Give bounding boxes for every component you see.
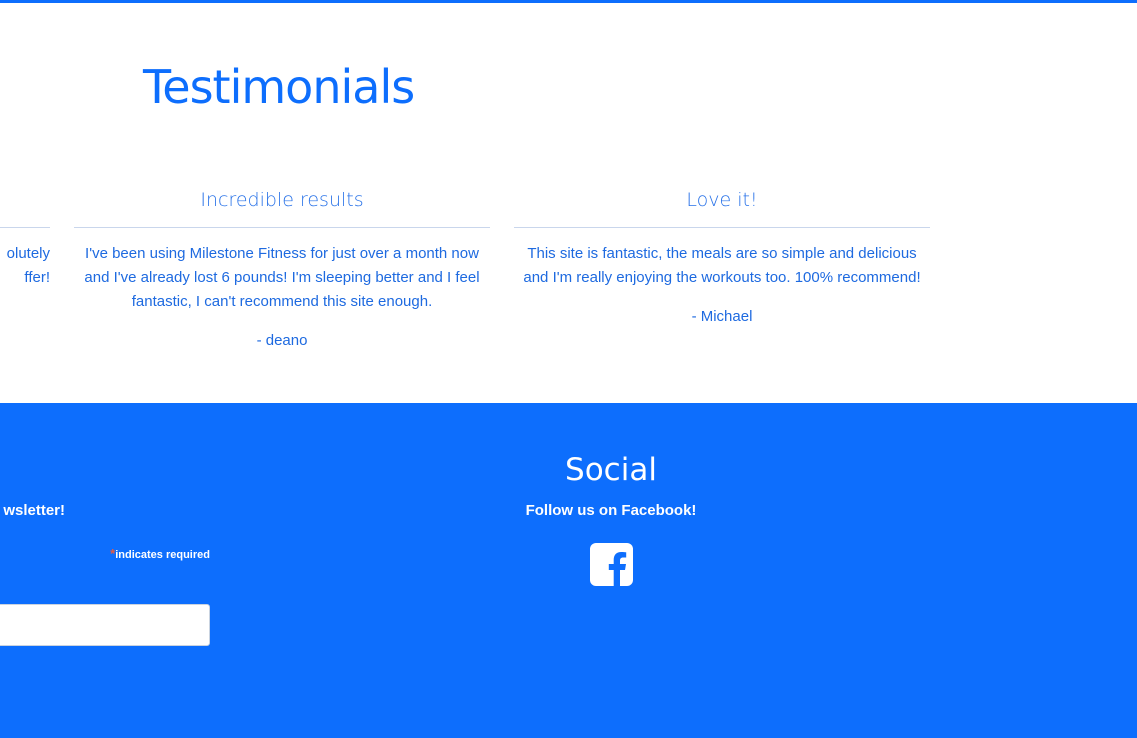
facebook-icon <box>590 543 633 587</box>
testimonial-heading: Incredible results <box>74 183 490 228</box>
site-footer: wsletter! *indicates required Social Fol… <box>0 403 1137 738</box>
facebook-link[interactable] <box>589 542 634 587</box>
testimonial-card: Incredible results I've been using Miles… <box>74 183 490 352</box>
testimonial-author: - Michael <box>691 308 753 325</box>
newsletter-heading: wsletter! <box>0 502 65 519</box>
newsletter-heading-text: wsletter! <box>3 502 65 519</box>
social-subtitle: Follow us on Facebook! <box>525 502 697 519</box>
testimonial-card-partial: olutely ffer! <box>0 183 50 290</box>
partial-line-1: olutely <box>6 245 50 262</box>
testimonial-text-partial: olutely ffer! <box>0 242 50 290</box>
social-title: Social <box>565 452 657 488</box>
email-field[interactable] <box>0 604 210 646</box>
testimonial-card-divider <box>0 183 50 228</box>
section-title: Testimonials <box>143 60 415 114</box>
required-note: *indicates required <box>100 546 210 561</box>
testimonial-author: - deano <box>256 332 308 349</box>
testimonial-text: I've been using Milestone Fitness for ju… <box>84 245 480 310</box>
partial-line-2: ffer! <box>24 269 50 286</box>
testimonials-section: Testimonials olutely ffer! Incredible re… <box>0 3 1137 403</box>
testimonial-card: Love it! This site is fantastic, the mea… <box>514 183 930 328</box>
testimonial-heading: Love it! <box>514 183 930 228</box>
required-label: indicates required <box>115 549 210 561</box>
testimonial-text: This site is fantastic, the meals are so… <box>523 245 921 286</box>
